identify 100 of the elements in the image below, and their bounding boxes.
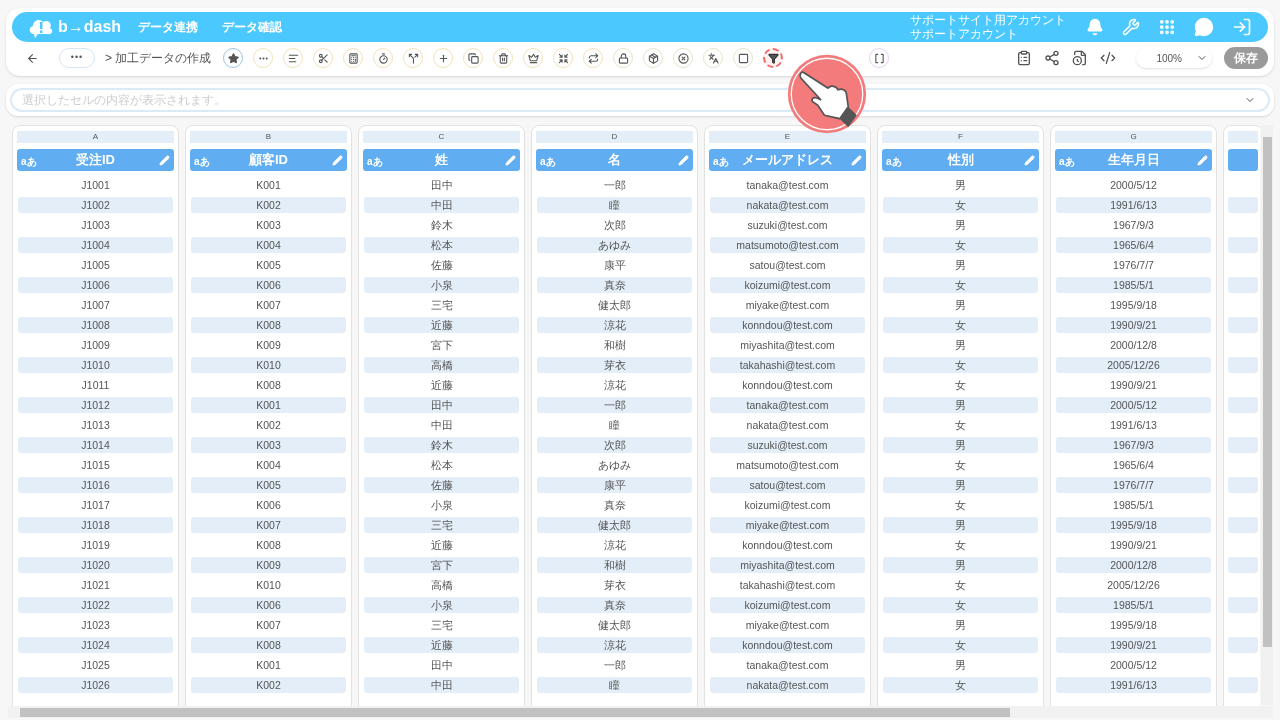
column-letter: G	[1055, 131, 1212, 143]
table-cell-text: J1007	[80, 298, 111, 313]
column-name: 受注ID	[75, 151, 116, 170]
translate-tool-button[interactable]	[703, 48, 724, 68]
table-cell-text: 女	[954, 578, 967, 593]
table-cell-text: 宮下	[429, 338, 454, 353]
back-icon[interactable]	[26, 51, 39, 65]
table-cell-text: 女	[954, 498, 967, 513]
table-cell-text: 1985/5/1	[1112, 498, 1155, 513]
table-cell-text: tanaka@test.com	[745, 178, 830, 193]
column-header[interactable]: aあ メールアドレス	[709, 149, 866, 171]
table-cell-text: takahashi@test.com	[738, 578, 837, 593]
table-cell: 女	[883, 277, 1038, 293]
star-tool-button[interactable]	[223, 48, 244, 68]
timer-tool-button[interactable]	[373, 48, 394, 68]
table-cell-text: K007	[255, 298, 282, 313]
type-tag: aあ	[1059, 156, 1075, 167]
table-cell-text: 男	[954, 218, 967, 233]
star-icon	[227, 52, 239, 64]
table-cell-text: 康平	[602, 258, 627, 273]
table-cell: 中田	[364, 677, 519, 693]
table-cell-text: J1017	[80, 498, 111, 513]
trash-tool-button[interactable]	[493, 48, 514, 68]
table-cell: matsumoto@test.com	[710, 237, 865, 253]
column-name: メールアドレス	[741, 151, 834, 170]
table-cell-text: 2005/12/26	[1106, 578, 1161, 593]
table-cell: K007	[191, 517, 346, 533]
zoom-select[interactable]: 100%	[1136, 48, 1212, 68]
table-cell: J1016	[18, 477, 173, 493]
close-icon	[677, 52, 689, 64]
table-cell: 瞳	[537, 197, 692, 213]
table-cell: 佐藤	[364, 477, 519, 493]
table-cell: 女	[883, 357, 1038, 373]
lines-tool-button[interactable]	[283, 48, 304, 68]
table-cell-text: K002	[255, 418, 282, 433]
column-header[interactable]: aあ 顧客ID	[190, 149, 347, 171]
lock-tool-button[interactable]	[613, 48, 634, 68]
lock-icon	[617, 52, 629, 64]
nav-link[interactable]: データ連携	[138, 18, 198, 36]
column-name: 生年月日	[1106, 151, 1161, 170]
table-cell: nakata@test.com	[710, 197, 865, 213]
shrink-tool-button[interactable]	[553, 48, 574, 68]
table-cell: K003	[191, 437, 346, 453]
split-tool-button[interactable]	[403, 48, 424, 68]
column-header[interactable]: aあ 生年月日	[1055, 149, 1212, 171]
table-cell: 男	[883, 477, 1038, 493]
filter-icon	[767, 52, 779, 64]
trash-icon	[497, 52, 509, 64]
horizontal-scrollbar[interactable]	[8, 706, 1273, 718]
dots-tool-button[interactable]	[253, 48, 274, 68]
table-cell-text: 1965/6/4	[1112, 458, 1155, 473]
table-cell: 瞳	[537, 677, 692, 693]
table-cell: 女	[883, 317, 1038, 333]
brackets-tool-button[interactable]	[869, 48, 890, 68]
file-history-icon[interactable]	[1072, 50, 1088, 66]
table-cell: J1010	[18, 357, 173, 373]
table-cell: 男	[883, 397, 1038, 413]
nav-link[interactable]: データ確認	[222, 18, 282, 36]
column-letter: F	[882, 131, 1039, 143]
table-cell: 1991/6/13	[1056, 197, 1211, 213]
calculator-icon	[347, 52, 359, 64]
table-cell: J1026	[18, 677, 173, 693]
close-tool-button[interactable]	[673, 48, 694, 68]
scissors-tool-button[interactable]	[313, 48, 334, 68]
vertical-scrollbar[interactable]	[1261, 125, 1273, 705]
table-cell-text: koizumi@test.com	[743, 498, 832, 513]
clipboard-icon[interactable]	[1016, 50, 1032, 66]
copy-tool-button[interactable]	[463, 48, 484, 68]
table-cell-text: 鈴木	[429, 218, 454, 233]
plus-tool-button[interactable]	[433, 48, 454, 68]
table-cell: 女	[883, 677, 1038, 693]
square-tool-button[interactable]	[733, 48, 754, 68]
code-icon[interactable]	[1100, 50, 1116, 66]
table-cell-text: 1990/9/21	[1109, 378, 1158, 393]
share-icon[interactable]	[1044, 50, 1060, 66]
table-cell-text: 2000/5/12	[1109, 178, 1158, 193]
table-cell: 和樹	[537, 557, 692, 573]
table-cell-text: J1023	[80, 618, 111, 633]
type-tag: aあ	[367, 156, 383, 167]
table-cell: 近藤	[364, 317, 519, 333]
table-cell: 康平	[537, 477, 692, 493]
filter-tool-button[interactable]	[763, 48, 784, 68]
table-cell: 女	[883, 597, 1038, 613]
table-cell: K006	[191, 597, 346, 613]
column-header[interactable]: aあ 姓	[363, 149, 520, 171]
box-tool-button[interactable]	[643, 48, 664, 68]
column-header[interactable]: aあ 受注ID	[17, 149, 174, 171]
crown-tool-button[interactable]	[523, 48, 544, 68]
table-cell: J1024	[18, 637, 173, 653]
table-cell-text: 男	[954, 258, 967, 273]
calculator-tool-button[interactable]	[343, 48, 364, 68]
column-header[interactable]: aあ 名	[536, 149, 693, 171]
table-cell-text: J1003	[80, 218, 111, 233]
table-cell-text: 三宅	[429, 298, 454, 313]
repeat-tool-button[interactable]	[583, 48, 604, 68]
column-header[interactable]: aあ 性別	[882, 149, 1039, 171]
table-cell-text: 健太郎	[597, 618, 632, 633]
table-cell: 男	[883, 557, 1038, 573]
table-cell-text: 1995/9/18	[1109, 298, 1158, 313]
column-name: 名	[607, 151, 622, 170]
